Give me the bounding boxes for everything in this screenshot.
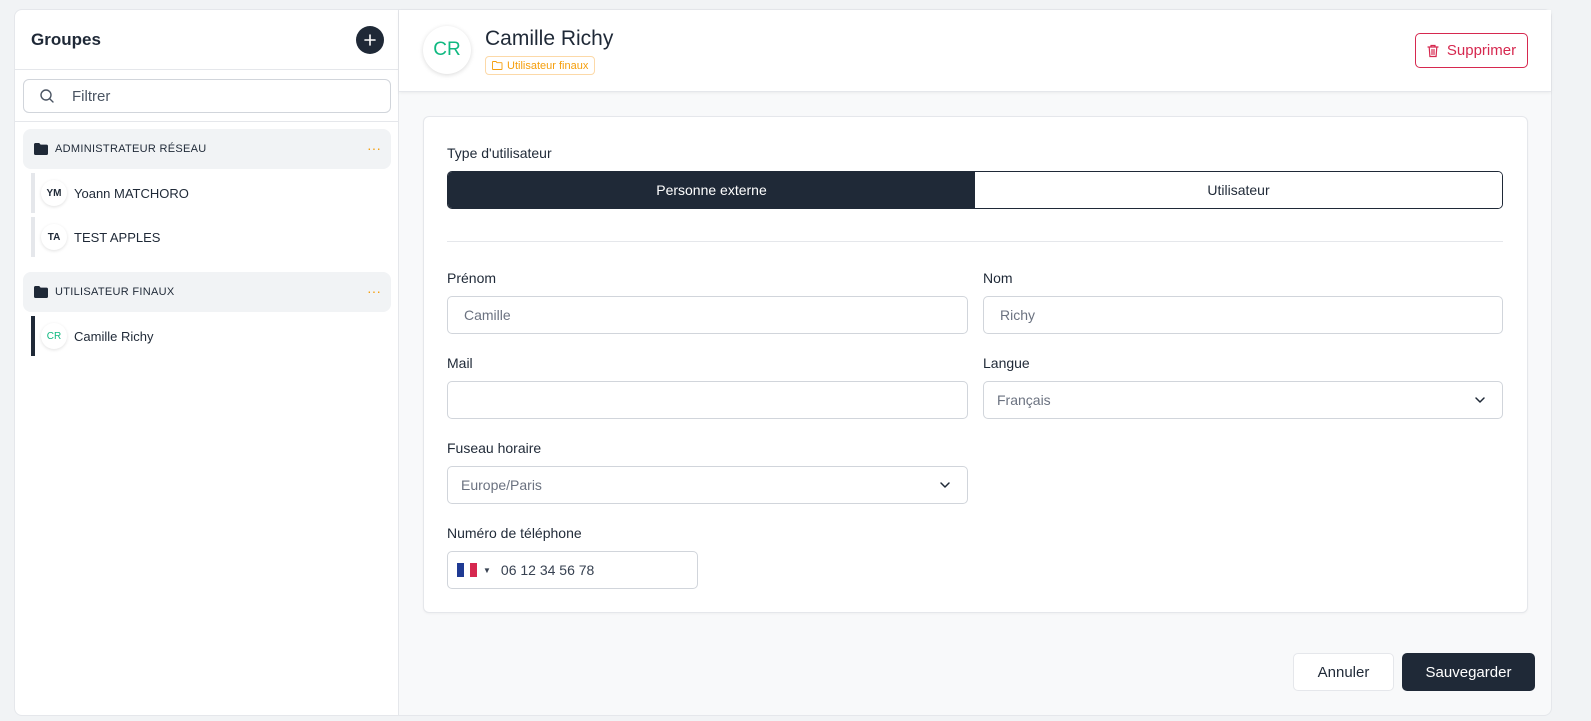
user-detail-panel: CR Camille Richy Utilisateur finaux Supp…: [399, 9, 1552, 716]
caret-down-icon[interactable]: ▼: [483, 566, 491, 575]
search-icon: [40, 89, 54, 103]
phone-label: Numéro de téléphone: [447, 525, 582, 541]
filter-field[interactable]: [23, 79, 391, 113]
list-item[interactable]: TA TEST APPLES: [31, 217, 391, 257]
add-group-button[interactable]: [356, 26, 384, 54]
timezone-value: Europe/Paris: [461, 477, 542, 493]
group-header-finaux[interactable]: UTILISATEUR FINAUX ···: [23, 272, 391, 312]
first-name-label: Prénom: [447, 270, 497, 286]
list-item-selected[interactable]: CR Camille Richy: [31, 316, 391, 356]
member-name: Camille Richy: [74, 328, 154, 344]
page-title: Camille Richy: [485, 27, 614, 50]
language-label: Langue: [983, 355, 1030, 371]
folder-icon: [34, 286, 48, 298]
user-type-option-user[interactable]: Utilisateur: [975, 172, 1502, 208]
group-name: ADMINISTRATEUR RÉSEAU: [55, 143, 207, 155]
mail-field[interactable]: [447, 381, 968, 419]
group-name: UTILISATEUR FINAUX: [55, 286, 175, 298]
last-name-label: Nom: [983, 270, 1013, 286]
cancel-button[interactable]: Annuler: [1293, 653, 1394, 691]
sidebar-header: Groupes: [15, 10, 398, 70]
sidebar-title: Groupes: [31, 30, 101, 49]
user-header: CR Camille Richy Utilisateur finaux Supp…: [399, 10, 1551, 92]
mail-label: Mail: [447, 355, 473, 371]
first-name-placeholder: Camille: [464, 307, 511, 323]
list-item[interactable]: YM Yoann MATCHORO: [31, 173, 391, 213]
avatar: CR: [423, 26, 471, 74]
trash-icon: [1427, 44, 1439, 57]
user-type-toggle: Personne externe Utilisateur: [447, 171, 1503, 209]
france-flag-icon[interactable]: [457, 563, 478, 577]
filter-input[interactable]: [72, 87, 352, 105]
language-select[interactable]: Français: [983, 381, 1503, 419]
avatar: TA: [41, 224, 67, 250]
phone-field[interactable]: ▼ 06 12 34 56 78: [447, 551, 698, 589]
user-type-label: Type d'utilisateur: [447, 145, 552, 161]
plus-icon: [364, 34, 376, 46]
delete-button[interactable]: Supprimer: [1415, 33, 1528, 68]
group-menu-button[interactable]: ···: [367, 140, 381, 156]
timezone-label: Fuseau horaire: [447, 440, 542, 456]
phone-value: 06 12 34 56 78: [500, 562, 595, 578]
chevron-down-icon: [1475, 397, 1485, 403]
group-badge: Utilisateur finaux: [485, 56, 596, 75]
folder-icon: [34, 143, 48, 155]
chevron-down-icon: [940, 482, 950, 488]
groups-sidebar: Groupes ADMINISTRATEUR RÉSEAU ··· YM Yoa…: [14, 9, 399, 716]
last-name-field[interactable]: Richy: [983, 296, 1503, 334]
timezone-select[interactable]: Europe/Paris: [447, 466, 968, 504]
avatar: CR: [41, 323, 67, 349]
divider: [447, 241, 1503, 242]
group-menu-button[interactable]: ···: [367, 283, 381, 299]
user-form-card: Type d'utilisateur Personne externe Util…: [423, 116, 1528, 613]
delete-label: Supprimer: [1446, 42, 1517, 59]
group-header-admin[interactable]: ADMINISTRATEUR RÉSEAU ···: [23, 129, 391, 169]
save-button[interactable]: Sauvegarder: [1402, 653, 1535, 691]
member-name: Yoann MATCHORO: [74, 185, 189, 201]
avatar: YM: [41, 180, 67, 206]
group-badge-label: Utilisateur finaux: [507, 59, 589, 72]
folder-outline-icon: [492, 61, 503, 70]
first-name-field[interactable]: Camille: [447, 296, 968, 334]
divider: [15, 121, 398, 122]
member-name: TEST APPLES: [74, 229, 161, 245]
last-name-placeholder: Richy: [1000, 307, 1036, 323]
user-type-option-external[interactable]: Personne externe: [448, 172, 975, 208]
language-value: Français: [997, 392, 1051, 408]
